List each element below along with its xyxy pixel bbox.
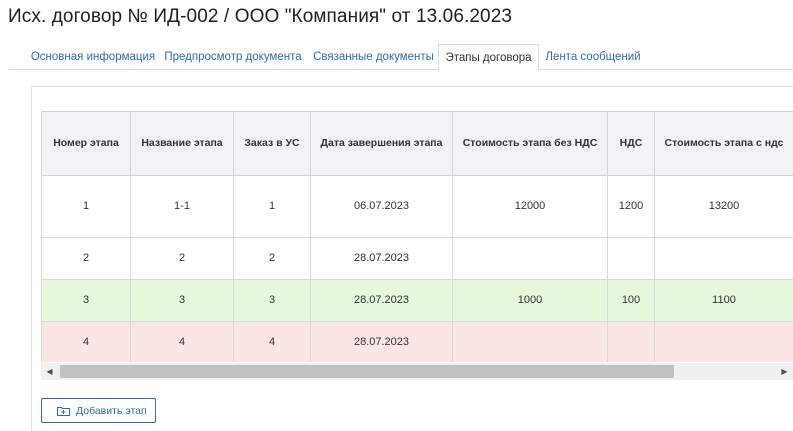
cell-order: 1 — [233, 175, 311, 238]
cell-vat: 100 — [607, 279, 655, 322]
cell-cost-with-vat — [654, 321, 793, 362]
cell-order: 2 — [233, 237, 311, 280]
add-stage-button[interactable]: Добавить этап — [41, 398, 156, 423]
tab-related-documents[interactable]: Связанные документы — [309, 44, 438, 70]
column-header-order[interactable]: Заказ в УС — [233, 112, 311, 176]
cell-order: 4 — [233, 321, 311, 362]
tab-contract-stages[interactable]: Этапы договора — [438, 44, 539, 71]
column-header-stage-number[interactable]: Номер этапа — [41, 112, 131, 176]
folder-plus-icon — [57, 406, 70, 416]
tab-message-feed[interactable]: Лента сообщений — [541, 44, 645, 70]
cell-end-date: 06.07.2023 — [310, 175, 453, 238]
cell-stage-name: 4 — [130, 321, 234, 362]
cell-vat — [607, 237, 655, 280]
stages-table: Номер этапа Название этапа Заказ в УС Да… — [41, 112, 793, 362]
column-header-vat[interactable]: НДС — [607, 112, 655, 176]
cell-vat: 1200 — [607, 175, 655, 238]
cell-end-date: 28.07.2023 — [310, 321, 453, 362]
cell-stage-name: 3 — [130, 279, 234, 322]
tab-bar: Основная информация Предпросмотр докумен… — [9, 44, 793, 71]
column-header-stage-name[interactable]: Название этапа — [130, 112, 234, 176]
table-header-row: Номер этапа Название этапа Заказ в УС Да… — [41, 112, 793, 176]
horizontal-scrollbar[interactable]: ◀ ▶ — [41, 363, 793, 380]
table-row[interactable]: 4 4 4 28.07.2023 — [41, 321, 793, 362]
table-row[interactable]: 1 1-1 1 06.07.2023 12000 1200 13200 — [41, 175, 793, 238]
cell-vat — [607, 321, 655, 362]
scrollbar-thumb[interactable] — [60, 365, 674, 378]
cell-cost-without-vat: 1000 — [452, 279, 608, 322]
cell-stage-number: 3 — [41, 279, 131, 322]
cell-order: 3 — [233, 279, 311, 322]
scroll-right-arrow-icon[interactable]: ▶ — [776, 363, 793, 380]
column-header-cost-without-vat[interactable]: Стоимость этапа без НДС — [452, 112, 608, 176]
cell-cost-with-vat — [654, 237, 793, 280]
tab-document-preview[interactable]: Предпросмотр документа — [157, 44, 309, 70]
cell-cost-with-vat: 1100 — [654, 279, 793, 322]
page-title: Исх. договор № ИД-002 / ООО "Компания" о… — [8, 6, 513, 27]
tab-main-info[interactable]: Основная информация — [19, 44, 167, 70]
cell-end-date: 28.07.2023 — [310, 279, 453, 322]
cell-end-date: 28.07.2023 — [310, 237, 453, 280]
cell-stage-number: 1 — [41, 175, 131, 238]
scroll-left-arrow-icon[interactable]: ◀ — [41, 363, 58, 380]
cell-stage-number: 2 — [41, 237, 131, 280]
cell-cost-without-vat: 12000 — [452, 175, 608, 238]
cell-stage-name: 2 — [130, 237, 234, 280]
cell-cost-without-vat — [452, 321, 608, 362]
table-row[interactable]: 2 2 2 28.07.2023 — [41, 237, 793, 280]
cell-cost-without-vat — [452, 237, 608, 280]
column-header-end-date[interactable]: Дата завершения этапа — [310, 112, 453, 176]
add-stage-label: Добавить этап — [76, 404, 147, 417]
cell-stage-number: 4 — [41, 321, 131, 362]
stages-grid: Номер этапа Название этапа Заказ в УС Да… — [41, 111, 793, 362]
cell-stage-name: 1-1 — [130, 175, 234, 238]
table-row[interactable]: 3 3 3 28.07.2023 1000 100 1100 — [41, 279, 793, 322]
column-header-cost-with-vat[interactable]: Стоимость этапа с ндс — [654, 112, 793, 176]
cell-cost-with-vat: 13200 — [654, 175, 793, 238]
